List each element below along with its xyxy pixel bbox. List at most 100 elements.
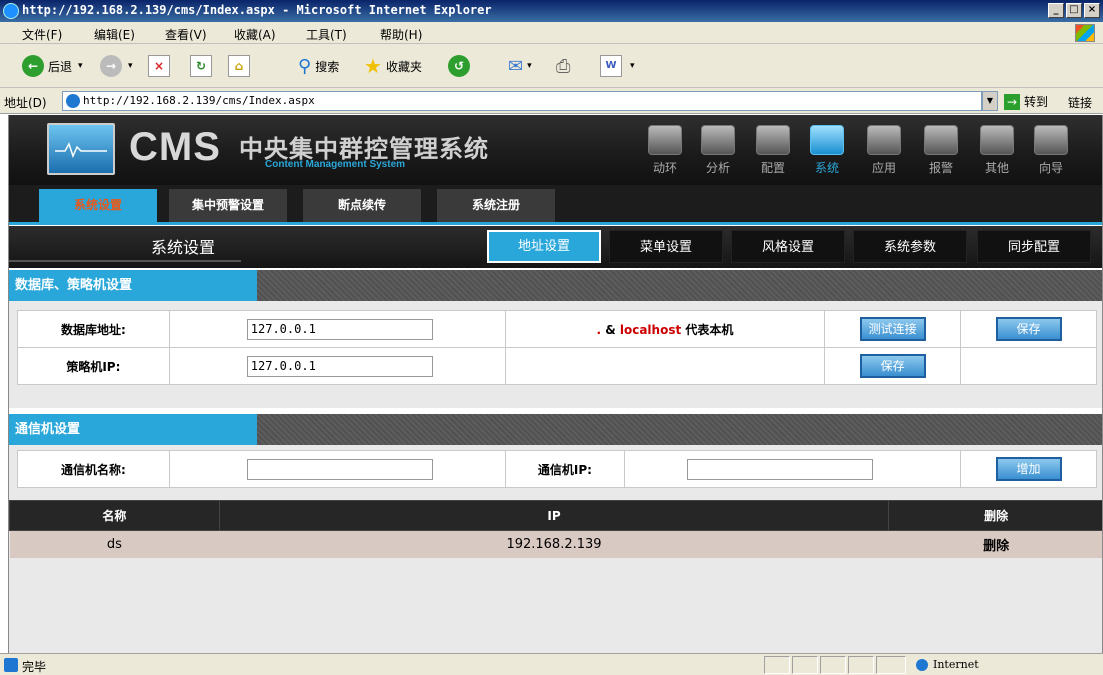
back-dropdown-icon[interactable]: ▾ bbox=[78, 61, 83, 71]
tab-system-settings[interactable]: 系统设置 bbox=[39, 189, 157, 222]
test-connection-button[interactable]: 测试连接 bbox=[859, 317, 926, 341]
home-button[interactable]: ⌂ bbox=[228, 54, 250, 78]
nav-alarm[interactable]: 报警 bbox=[919, 125, 963, 176]
col-delete-header: 删除 bbox=[888, 500, 1102, 531]
ie-logo-icon bbox=[3, 3, 19, 19]
refresh-button[interactable]: ↻ bbox=[190, 54, 212, 78]
maximize-button[interactable]: □ bbox=[1066, 3, 1082, 18]
history-button[interactable]: ↺ bbox=[448, 54, 470, 78]
forward-dropdown-icon[interactable]: ▾ bbox=[128, 61, 133, 71]
comm-panel-title: 通信机设置 bbox=[9, 414, 257, 445]
comm-machine-panel: 通信机设置 通信机名称: 通信机IP: 增加 名称 IP 删除 ds 192.1… bbox=[9, 414, 1102, 653]
row-delete-link[interactable]: 删除 bbox=[888, 530, 1102, 558]
other-icon bbox=[980, 125, 1014, 155]
close-button[interactable]: × bbox=[1084, 3, 1100, 18]
nav-label: 应用 bbox=[871, 161, 896, 175]
alarm-icon bbox=[924, 125, 958, 155]
back-arrow-icon: ← bbox=[22, 55, 44, 77]
tab-alert-settings[interactable]: 集中预警设置 bbox=[169, 189, 287, 222]
dynamic-env-icon bbox=[648, 125, 682, 155]
tab-sync-config[interactable]: 同步配置 bbox=[977, 230, 1091, 263]
mail-button[interactable]: ✉ ▾ bbox=[508, 54, 532, 78]
status-cell bbox=[848, 656, 874, 674]
print-button[interactable]: ⎙ bbox=[556, 54, 570, 78]
menu-file[interactable]: 文件(F) bbox=[22, 26, 62, 43]
nav-label: 动环 bbox=[652, 161, 677, 175]
nav-label: 分析 bbox=[705, 161, 730, 175]
mail-dropdown-icon[interactable]: ▾ bbox=[527, 61, 532, 71]
nav-dynamic-env[interactable]: 动环 bbox=[643, 125, 687, 176]
status-text: 完毕 bbox=[22, 660, 47, 674]
tab-resume-transfer[interactable]: 断点续传 bbox=[303, 189, 421, 222]
db-hint: . & localhost 代表本机 bbox=[504, 310, 826, 348]
comm-ip-label: 通信机IP: bbox=[504, 450, 626, 488]
hint-localhost: localhost bbox=[619, 322, 682, 337]
status-cell bbox=[792, 656, 818, 674]
db-address-input[interactable]: 127.0.0.1 bbox=[246, 318, 433, 340]
tab-style-settings[interactable]: 风格设置 bbox=[731, 230, 845, 263]
address-dropdown-icon[interactable]: ▼ bbox=[982, 91, 998, 111]
go-button[interactable]: → 转到 bbox=[1004, 93, 1048, 110]
system-subtitle: Content Management System bbox=[265, 159, 406, 170]
comm-name-input[interactable] bbox=[246, 458, 433, 480]
page-status-icon bbox=[4, 658, 18, 672]
save-db-button[interactable]: 保存 bbox=[995, 317, 1062, 341]
save-policy-button[interactable]: 保存 bbox=[859, 354, 926, 378]
refresh-icon: ↻ bbox=[190, 55, 212, 77]
links-button[interactable]: 链接 bbox=[1068, 94, 1092, 111]
back-label: 后退 bbox=[48, 59, 73, 74]
add-comm-button[interactable]: 增加 bbox=[995, 457, 1062, 481]
minimize-button[interactable]: _ bbox=[1048, 3, 1064, 18]
db-panel-header: 数据库、策略机设置 bbox=[9, 270, 1102, 301]
policy-ip-row: 策略机IP: 127.0.0.1 保存 bbox=[17, 347, 1097, 385]
nav-application[interactable]: 应用 bbox=[862, 125, 906, 176]
favorites-button[interactable]: ★ 收藏夹 bbox=[364, 54, 422, 78]
home-icon: ⌂ bbox=[228, 55, 250, 77]
table-row: ds 192.168.2.139 删除 bbox=[9, 530, 1102, 558]
policy-ip-input[interactable]: 127.0.0.1 bbox=[246, 355, 433, 377]
forward-arrow-icon: → bbox=[100, 55, 122, 77]
nav-label: 系统 bbox=[814, 161, 839, 175]
hint-amp: & bbox=[605, 322, 616, 337]
mail-icon: ✉ bbox=[508, 55, 524, 77]
windows-logo-icon bbox=[1075, 24, 1095, 42]
menu-help[interactable]: 帮助(H) bbox=[380, 26, 422, 43]
nav-analysis[interactable]: 分析 bbox=[696, 125, 740, 176]
db-address-label: 数据库地址: bbox=[17, 310, 170, 348]
menu-favorites[interactable]: 收藏(A) bbox=[234, 26, 276, 43]
section-underline bbox=[9, 260, 241, 262]
menu-view[interactable]: 查看(V) bbox=[165, 26, 207, 43]
hint-prefix: . bbox=[596, 322, 606, 337]
search-label: 搜索 bbox=[315, 59, 340, 74]
word-icon: W bbox=[600, 55, 622, 77]
application-icon bbox=[867, 125, 901, 155]
go-label: 转到 bbox=[1024, 95, 1049, 109]
db-settings-table: 数据库地址: 127.0.0.1 . & localhost 代表本机 测试连接… bbox=[17, 310, 1097, 385]
status-bar: 完毕 Internet bbox=[0, 653, 1103, 675]
tab-address-settings[interactable]: 地址设置 bbox=[487, 230, 601, 263]
nav-config[interactable]: 配置 bbox=[751, 125, 795, 176]
menu-edit[interactable]: 编辑(E) bbox=[94, 26, 135, 43]
comm-ip-input[interactable] bbox=[687, 458, 874, 480]
stop-button[interactable]: × bbox=[148, 54, 170, 78]
menu-tools[interactable]: 工具(T) bbox=[306, 26, 347, 43]
status-cell bbox=[820, 656, 846, 674]
nav-system[interactable]: 系统 bbox=[805, 125, 849, 176]
tab-system-register[interactable]: 系统注册 bbox=[437, 189, 555, 222]
monitor-logo-icon bbox=[47, 123, 115, 175]
edit-word-button[interactable]: W ▾ bbox=[600, 54, 635, 78]
address-input[interactable]: http://192.168.2.139/cms/Index.aspx bbox=[62, 91, 982, 111]
search-button[interactable]: ⚲ 搜索 bbox=[298, 54, 339, 78]
analysis-icon bbox=[701, 125, 735, 155]
nav-other[interactable]: 其他 bbox=[975, 125, 1019, 176]
security-zone: Internet bbox=[916, 658, 979, 671]
forward-button[interactable]: → ▾ bbox=[100, 54, 133, 78]
back-button[interactable]: ← 后退 ▾ bbox=[22, 54, 83, 78]
comm-list-table: 名称 IP 删除 ds 192.168.2.139 删除 bbox=[9, 500, 1102, 558]
go-arrow-icon: → bbox=[1004, 93, 1020, 110]
tab-system-params[interactable]: 系统参数 bbox=[853, 230, 967, 263]
tab-menu-settings[interactable]: 菜单设置 bbox=[609, 230, 723, 263]
nav-wizard[interactable]: 向导 bbox=[1029, 125, 1073, 176]
edit-dropdown-icon[interactable]: ▾ bbox=[630, 61, 635, 71]
address-url: http://192.168.2.139/cms/Index.aspx bbox=[83, 94, 315, 107]
